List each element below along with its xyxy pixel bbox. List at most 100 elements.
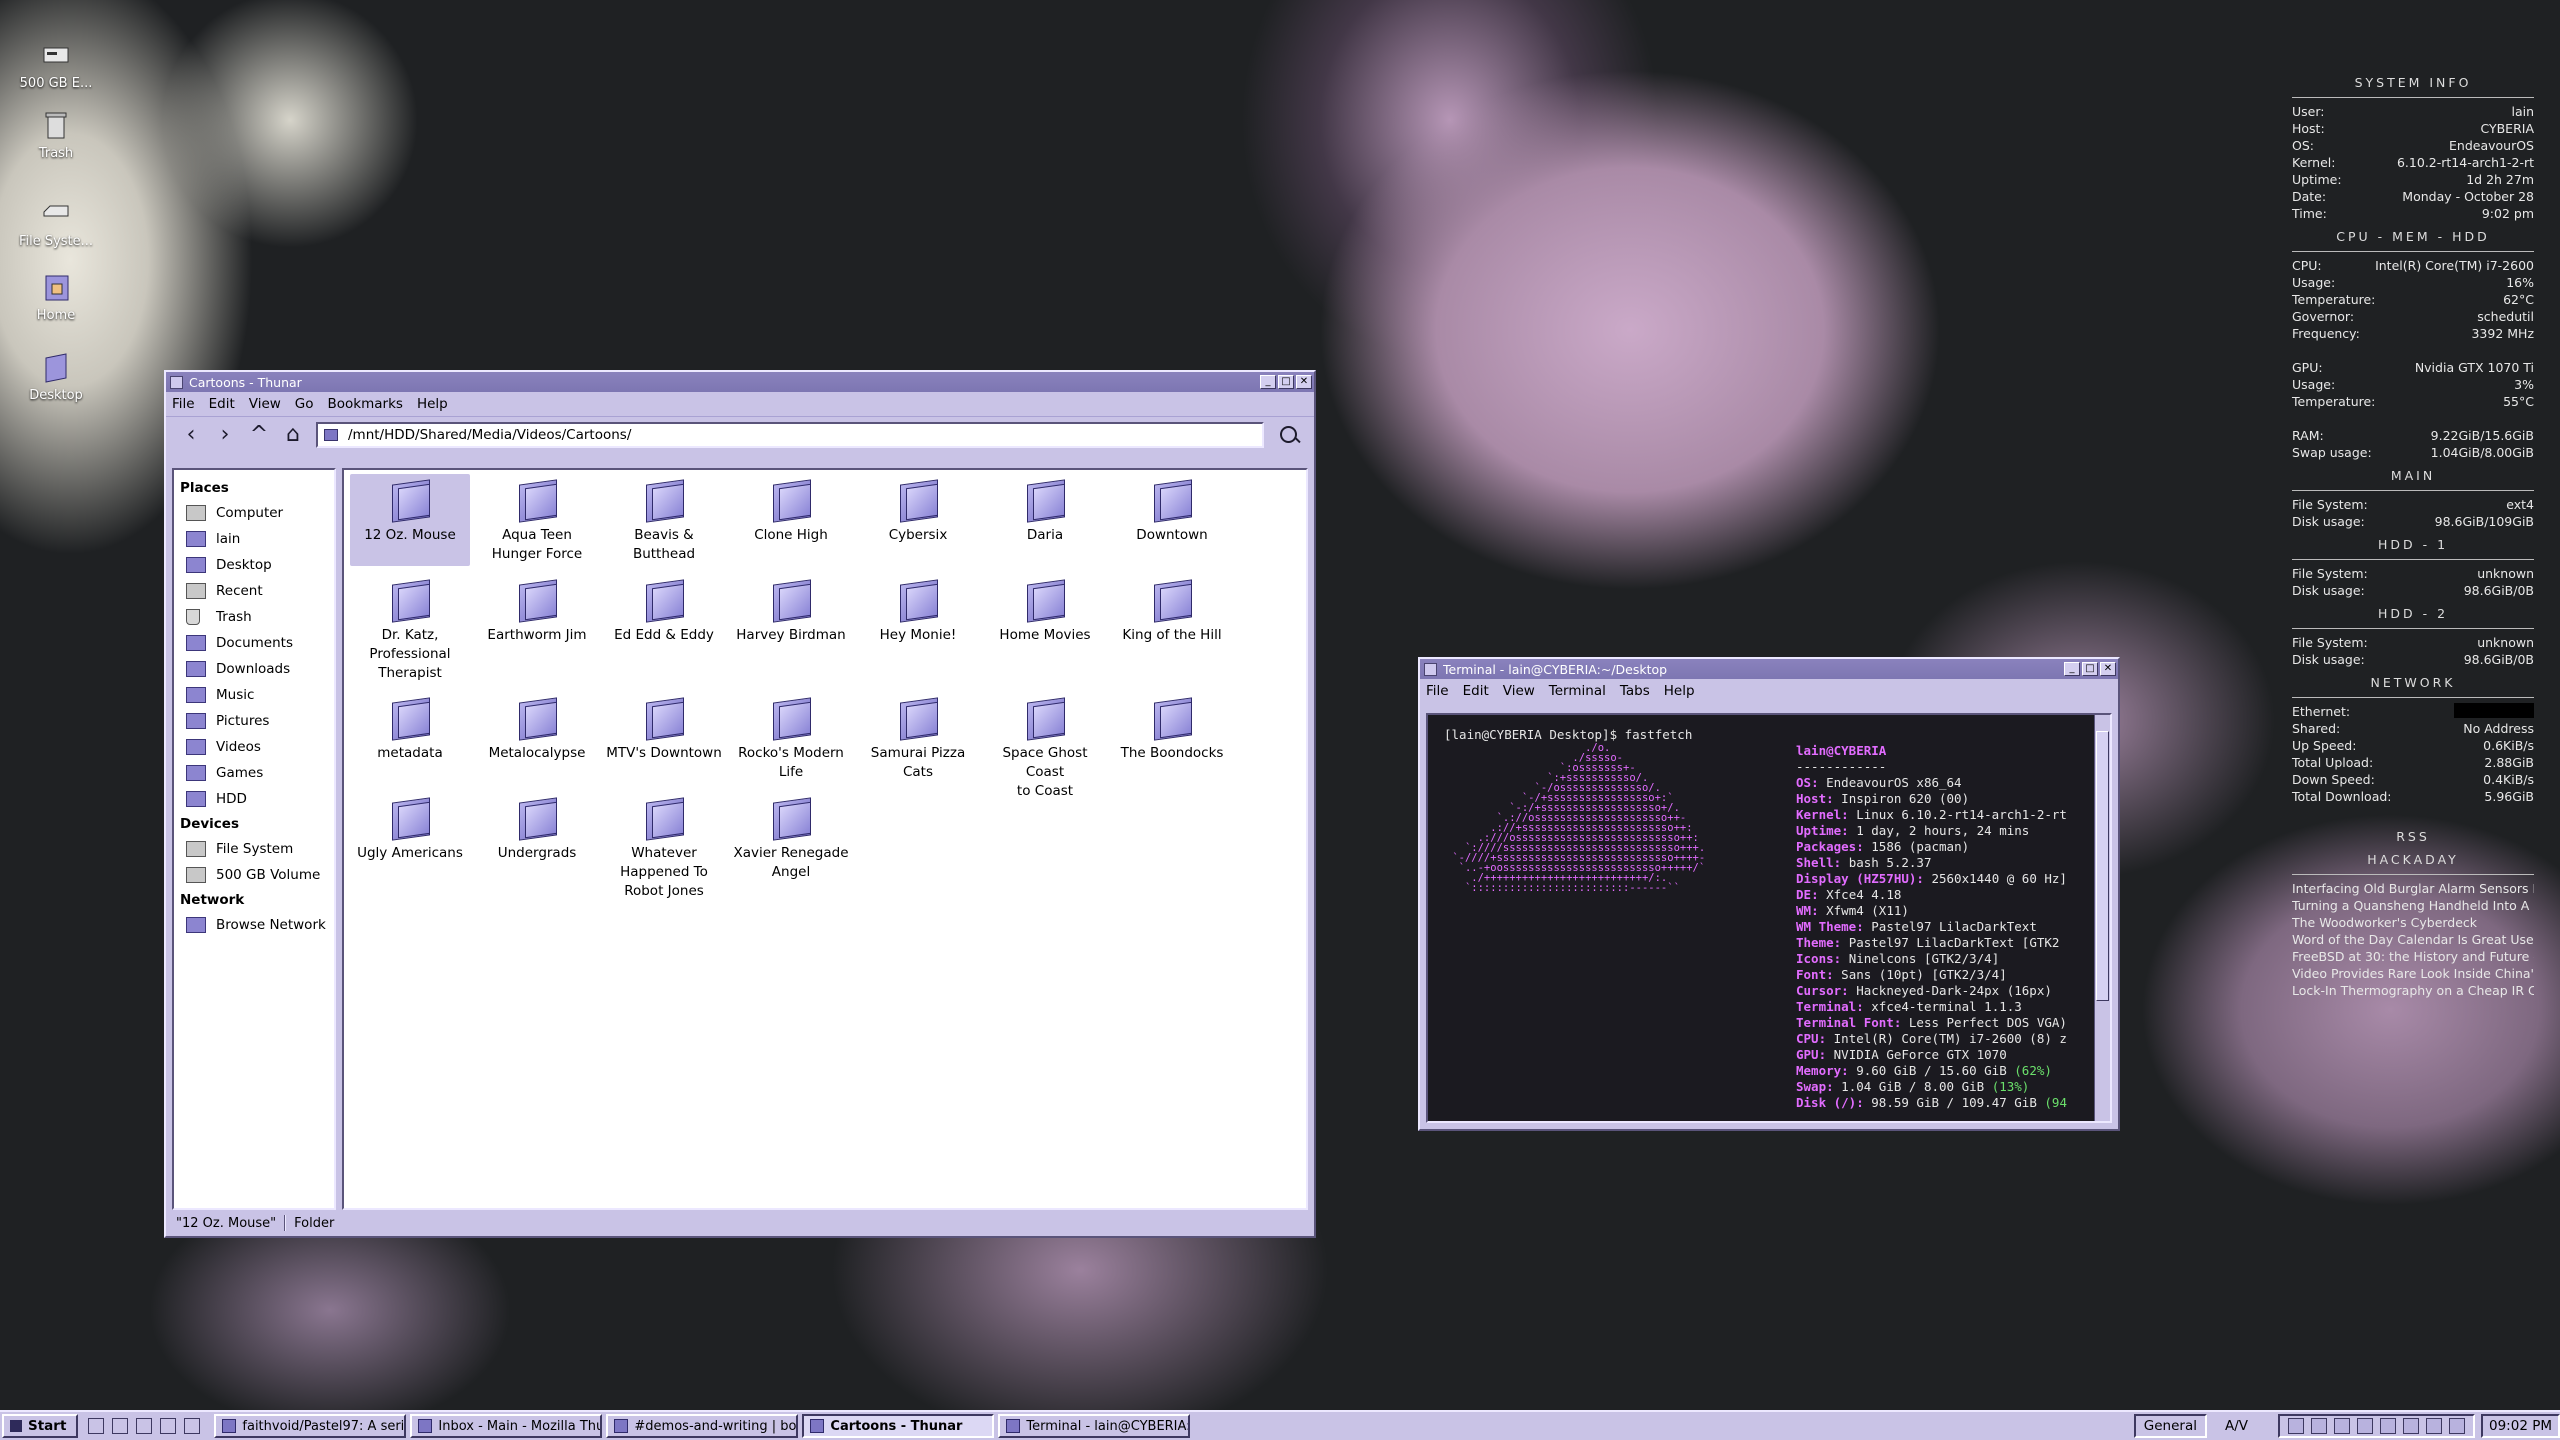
menu-view[interactable]: View [1503, 683, 1535, 699]
tray-icon[interactable] [2357, 1418, 2373, 1434]
folder-item[interactable]: Earthworm Jim [477, 574, 597, 645]
folder-item[interactable]: Whatever Happened To Robot Jones [604, 792, 724, 901]
sidebar-item-recent[interactable]: Recent [180, 578, 334, 604]
rss-item[interactable]: Interfacing Old Burglar Alarm Sensors In… [2292, 880, 2534, 897]
rss-item[interactable]: Word of the Day Calendar Is Great Use of… [2292, 931, 2534, 948]
menu-view[interactable]: View [249, 396, 281, 412]
sidebar-item-trash[interactable]: Trash [180, 604, 334, 630]
desktop-icon-filesystem[interactable]: File Syste... [10, 196, 102, 249]
desktop-icon-500gb[interactable]: 500 GB E... [10, 38, 102, 91]
folder-item[interactable]: Aqua Teen Hunger Force [477, 474, 597, 564]
folder-item[interactable]: Space Ghost Coast to Coast [985, 692, 1105, 801]
maximize-button[interactable]: □ [1278, 375, 1294, 389]
folder-item[interactable]: Downtown [1112, 474, 1232, 545]
terminal-titlebar[interactable]: Terminal - lain@CYBERIA:~/Desktop _ □ ✕ [1420, 659, 2118, 679]
tray-icon[interactable] [2403, 1418, 2419, 1434]
home-icon[interactable]: ⌂ [276, 420, 310, 450]
rss-item[interactable]: The Woodworker's Cyberdeck [2292, 914, 2534, 931]
workspace-switcher[interactable]: General [2133, 1414, 2207, 1438]
rss-item[interactable]: Lock-In Thermography on a Cheap IR Camer [2292, 982, 2534, 999]
close-button[interactable]: ✕ [1296, 375, 1312, 389]
location-bar[interactable]: /mnt/HDD/Shared/Media/Videos/Cartoons/ [316, 421, 1264, 448]
sidebar-item-computer[interactable]: Computer [180, 500, 334, 526]
volume-icon[interactable] [2426, 1418, 2442, 1434]
menu-file[interactable]: File [1426, 683, 1449, 699]
network-icon[interactable] [2449, 1418, 2465, 1434]
tray-icon[interactable] [2311, 1418, 2327, 1434]
folder-item[interactable]: Hey Monie! [858, 574, 978, 645]
menu-edit[interactable]: Edit [1463, 683, 1489, 699]
launcher-icon[interactable] [184, 1418, 201, 1434]
launcher-icon[interactable] [160, 1418, 177, 1434]
sidebar-item-downloads[interactable]: Downloads [180, 656, 334, 682]
folder-item[interactable]: Cybersix [858, 474, 978, 545]
folder-item[interactable]: Clone High [731, 474, 851, 545]
sidebar-item-desktop[interactable]: Desktop [180, 552, 334, 578]
minimize-button[interactable]: _ [1260, 375, 1276, 389]
folder-item[interactable]: The Boondocks [1112, 692, 1232, 763]
thunar-window[interactable]: Cartoons - Thunar _ □ ✕ File Edit View G… [164, 370, 1316, 1238]
maximize-button[interactable]: □ [2082, 662, 2098, 676]
folder-item[interactable]: King of the Hill [1112, 574, 1232, 645]
desktop-icon-desktop[interactable]: Desktop [10, 350, 102, 403]
terminal-scrollbar[interactable] [2094, 715, 2110, 1121]
sidebar-item-videos[interactable]: Videos [180, 734, 334, 760]
clock[interactable]: 09:02 PM [2481, 1414, 2560, 1438]
sidebar-item-browse-network[interactable]: Browse Network [180, 912, 334, 938]
rss-item[interactable]: FreeBSD at 30: the History and Future of… [2292, 948, 2534, 965]
thunar-titlebar[interactable]: Cartoons - Thunar _ □ ✕ [166, 372, 1314, 392]
rss-item[interactable]: Video Provides Rare Look Inside China's … [2292, 965, 2534, 982]
rss-item[interactable]: Turning a Quansheng Handheld Into A Near [2292, 897, 2534, 914]
folder-item[interactable]: metadata [350, 692, 470, 763]
taskbar-task[interactable]: Cartoons - Thunar [802, 1414, 995, 1438]
search-icon[interactable] [1272, 420, 1306, 450]
folder-item[interactable]: Rocko's Modern Life [731, 692, 851, 782]
taskbar-task[interactable]: faithvoid/Pastel97: A seri... [214, 1414, 407, 1438]
taskbar-task[interactable]: #demos-and-writing | bo... [606, 1414, 799, 1438]
terminal-output[interactable]: [lain@CYBERIA Desktop]$ fastfetch ./o. .… [1426, 713, 2112, 1123]
folder-item[interactable]: Harvey Birdman [731, 574, 851, 645]
minimize-button[interactable]: _ [2064, 662, 2080, 676]
launcher-icon[interactable] [136, 1418, 153, 1434]
av-label[interactable]: A/V [2225, 1418, 2248, 1434]
folder-item[interactable]: Beavis & Butthead [604, 474, 724, 564]
menu-terminal[interactable]: Terminal [1549, 683, 1606, 699]
sidebar-item-music[interactable]: Music [180, 682, 334, 708]
folder-item[interactable]: Metalocalypse [477, 692, 597, 763]
sidebar-item-games[interactable]: Games [180, 760, 334, 786]
menu-help[interactable]: Help [1664, 683, 1695, 699]
folder-item[interactable]: Xavier Renegade Angel [731, 792, 851, 882]
folder-item[interactable]: Ed Edd & Eddy [604, 574, 724, 645]
sidebar-item-lain[interactable]: lain [180, 526, 334, 552]
launcher-icon[interactable] [88, 1418, 105, 1434]
tray-icon[interactable] [2380, 1418, 2396, 1434]
menu-file[interactable]: File [172, 396, 195, 412]
menu-edit[interactable]: Edit [209, 396, 235, 412]
taskbar-task[interactable]: Inbox - Main - Mozilla Thu... [410, 1414, 603, 1438]
desktop-icon-home[interactable]: Home [10, 270, 102, 323]
folder-item[interactable]: Dr. Katz, Professional Therapist [350, 574, 470, 683]
menu-go[interactable]: Go [295, 396, 314, 412]
folder-item[interactable]: Samurai Pizza Cats [858, 692, 978, 782]
folder-item[interactable]: MTV's Downtown [604, 692, 724, 763]
tray-icon[interactable] [2334, 1418, 2350, 1434]
launcher-icon[interactable] [112, 1418, 129, 1434]
sidebar-item-500-gb-volume[interactable]: 500 GB Volume [180, 862, 334, 888]
sidebar-item-pictures[interactable]: Pictures [180, 708, 334, 734]
up-icon[interactable]: ^ [242, 420, 276, 450]
menu-bookmarks[interactable]: Bookmarks [328, 396, 403, 412]
folder-item[interactable]: Daria [985, 474, 1105, 545]
back-icon[interactable]: ‹ [174, 420, 208, 450]
folder-item[interactable]: Ugly Americans [350, 792, 470, 863]
menu-help[interactable]: Help [417, 396, 448, 412]
sidebar-item-documents[interactable]: Documents [180, 630, 334, 656]
desktop-icon-trash[interactable]: Trash [10, 108, 102, 161]
menu-tabs[interactable]: Tabs [1620, 683, 1650, 699]
sidebar-item-file-system[interactable]: File System [180, 836, 334, 862]
folder-item[interactable]: Home Movies [985, 574, 1105, 645]
terminal-window[interactable]: Terminal - lain@CYBERIA:~/Desktop _ □ ✕ … [1418, 657, 2120, 1131]
tray-icon[interactable] [2288, 1418, 2304, 1434]
taskbar-task[interactable]: Terminal - lain@CYBERIA:... [998, 1414, 1191, 1438]
forward-icon[interactable]: › [208, 420, 242, 450]
sidebar-item-hdd[interactable]: HDD [180, 786, 334, 812]
